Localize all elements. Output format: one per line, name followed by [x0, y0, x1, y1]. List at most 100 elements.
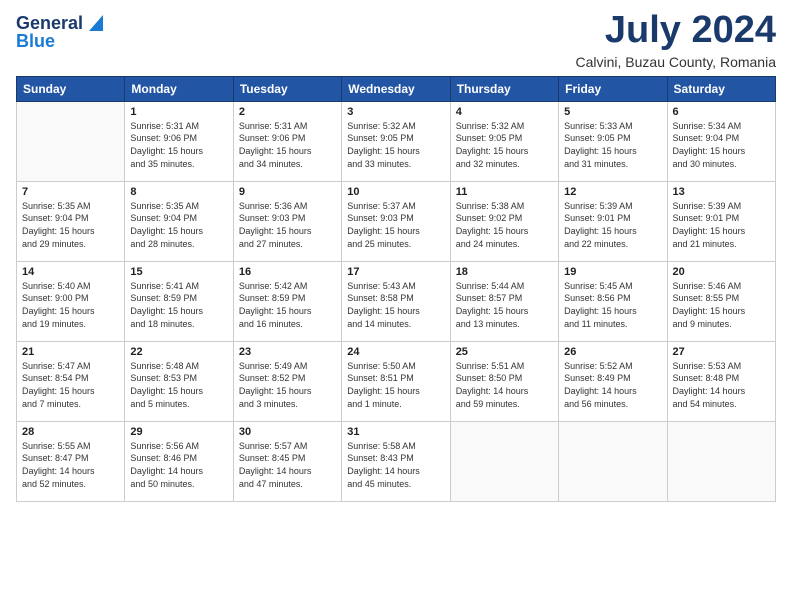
day-number: 24 — [347, 346, 444, 358]
day-info: Sunrise: 5:32 AM Sunset: 9:05 PM Dayligh… — [347, 120, 444, 170]
day-number: 16 — [239, 266, 336, 278]
calendar-table: Sunday Monday Tuesday Wednesday Thursday… — [16, 76, 776, 502]
col-monday: Monday — [125, 76, 233, 101]
day-info: Sunrise: 5:57 AM Sunset: 8:45 PM Dayligh… — [239, 440, 336, 490]
day-info: Sunrise: 5:35 AM Sunset: 9:04 PM Dayligh… — [130, 200, 227, 250]
day-info: Sunrise: 5:39 AM Sunset: 9:01 PM Dayligh… — [564, 200, 661, 250]
day-number: 31 — [347, 426, 444, 438]
day-number: 26 — [564, 346, 661, 358]
calendar-cell-w4-d1: 22 Sunrise: 5:48 AM Sunset: 8:53 PM Dayli… — [125, 341, 233, 421]
calendar-cell-w5-d0: 28 Sunrise: 5:55 AM Sunset: 8:47 PM Dayli… — [17, 421, 125, 501]
col-tuesday: Tuesday — [233, 76, 341, 101]
calendar-cell-w4-d6: 27Sunrise: 5:53 AM Sunset: 8:48 PM Dayli… — [667, 341, 775, 421]
calendar-cell-w2-d3: 10 Sunrise: 5:37 AM Sunset: 9:03 PM Dayli… — [342, 181, 450, 261]
day-number: 8 — [130, 186, 227, 198]
calendar-cell-w5-d6 — [667, 421, 775, 501]
calendar-subtitle: Calvini, Buzau County, Romania — [575, 54, 776, 70]
day-number: 28 — [22, 426, 119, 438]
col-saturday: Saturday — [667, 76, 775, 101]
day-number: 3 — [347, 106, 444, 118]
calendar-cell-w4-d2: 23 Sunrise: 5:49 AM Sunset: 8:52 PM Dayli… — [233, 341, 341, 421]
calendar-cell-w3-d2: 16 Sunrise: 5:42 AM Sunset: 8:59 PM Dayli… — [233, 261, 341, 341]
week-row-1: 1 Sunrise: 5:31 AM Sunset: 9:06 PM Daylig… — [17, 101, 776, 181]
calendar-cell-w5-d4 — [450, 421, 558, 501]
day-info: Sunrise: 5:46 AM Sunset: 8:55 PM Dayligh… — [673, 280, 770, 330]
day-number: 29 — [130, 426, 227, 438]
day-info: Sunrise: 5:50 AM Sunset: 8:51 PM Dayligh… — [347, 360, 444, 410]
day-info: Sunrise: 5:32 AM Sunset: 9:05 PM Dayligh… — [456, 120, 553, 170]
calendar-cell-w1-d1: 1 Sunrise: 5:31 AM Sunset: 9:06 PM Daylig… — [125, 101, 233, 181]
day-number: 18 — [456, 266, 553, 278]
day-info: Sunrise: 5:53 AM Sunset: 8:48 PM Dayligh… — [673, 360, 770, 410]
calendar-cell-w4-d4: 25Sunrise: 5:51 AM Sunset: 8:50 PM Dayli… — [450, 341, 558, 421]
day-info: Sunrise: 5:41 AM Sunset: 8:59 PM Dayligh… — [130, 280, 227, 330]
calendar-cell-w4-d0: 21Sunrise: 5:47 AM Sunset: 8:54 PM Dayli… — [17, 341, 125, 421]
calendar-title: July 2024 — [575, 10, 776, 52]
day-info: Sunrise: 5:40 AM Sunset: 9:00 PM Dayligh… — [22, 280, 119, 330]
calendar-cell-w3-d0: 14 Sunrise: 5:40 AM Sunset: 9:00 PM Dayli… — [17, 261, 125, 341]
calendar-cell-w2-d2: 9Sunrise: 5:36 AM Sunset: 9:03 PM Daylig… — [233, 181, 341, 261]
calendar-cell-w1-d5: 5 Sunrise: 5:33 AM Sunset: 9:05 PM Daylig… — [559, 101, 667, 181]
day-number: 23 — [239, 346, 336, 358]
day-number: 10 — [347, 186, 444, 198]
calendar-cell-w2-d0: 7 Sunrise: 5:35 AM Sunset: 9:04 PM Daylig… — [17, 181, 125, 261]
day-number: 13 — [673, 186, 770, 198]
day-number: 5 — [564, 106, 661, 118]
calendar-cell-w5-d5 — [559, 421, 667, 501]
calendar-cell-w5-d1: 29Sunrise: 5:56 AM Sunset: 8:46 PM Dayli… — [125, 421, 233, 501]
day-info: Sunrise: 5:34 AM Sunset: 9:04 PM Dayligh… — [673, 120, 770, 170]
day-number: 12 — [564, 186, 661, 198]
logo-general: General — [16, 14, 83, 32]
day-info: Sunrise: 5:55 AM Sunset: 8:47 PM Dayligh… — [22, 440, 119, 490]
day-info: Sunrise: 5:42 AM Sunset: 8:59 PM Dayligh… — [239, 280, 336, 330]
col-wednesday: Wednesday — [342, 76, 450, 101]
logo: General Blue — [16, 14, 103, 50]
day-info: Sunrise: 5:31 AM Sunset: 9:06 PM Dayligh… — [239, 120, 336, 170]
calendar-cell-w2-d5: 12 Sunrise: 5:39 AM Sunset: 9:01 PM Dayli… — [559, 181, 667, 261]
day-info: Sunrise: 5:44 AM Sunset: 8:57 PM Dayligh… — [456, 280, 553, 330]
day-number: 19 — [564, 266, 661, 278]
page: General Blue July 2024 Calvini, Buzau Co… — [0, 0, 792, 612]
day-number: 1 — [130, 106, 227, 118]
calendar-cell-w5-d3: 31Sunrise: 5:58 AM Sunset: 8:43 PM Dayli… — [342, 421, 450, 501]
day-number: 17 — [347, 266, 444, 278]
day-info: Sunrise: 5:45 AM Sunset: 8:56 PM Dayligh… — [564, 280, 661, 330]
calendar-cell-w1-d4: 4Sunrise: 5:32 AM Sunset: 9:05 PM Daylig… — [450, 101, 558, 181]
day-number: 30 — [239, 426, 336, 438]
day-number: 7 — [22, 186, 119, 198]
day-info: Sunrise: 5:33 AM Sunset: 9:05 PM Dayligh… — [564, 120, 661, 170]
calendar-cell-w3-d5: 19 Sunrise: 5:45 AM Sunset: 8:56 PM Dayli… — [559, 261, 667, 341]
header: General Blue July 2024 Calvini, Buzau Co… — [16, 10, 776, 70]
col-thursday: Thursday — [450, 76, 558, 101]
day-number: 21 — [22, 346, 119, 358]
week-row-3: 14 Sunrise: 5:40 AM Sunset: 9:00 PM Dayli… — [17, 261, 776, 341]
day-info: Sunrise: 5:35 AM Sunset: 9:04 PM Dayligh… — [22, 200, 119, 250]
day-info: Sunrise: 5:37 AM Sunset: 9:03 PM Dayligh… — [347, 200, 444, 250]
day-info: Sunrise: 5:39 AM Sunset: 9:01 PM Dayligh… — [673, 200, 770, 250]
day-number: 14 — [22, 266, 119, 278]
calendar-cell-w2-d1: 8 Sunrise: 5:35 AM Sunset: 9:04 PM Daylig… — [125, 181, 233, 261]
week-row-2: 7 Sunrise: 5:35 AM Sunset: 9:04 PM Daylig… — [17, 181, 776, 261]
day-number: 11 — [456, 186, 553, 198]
title-block: July 2024 Calvini, Buzau County, Romania — [575, 10, 776, 70]
day-info: Sunrise: 5:49 AM Sunset: 8:52 PM Dayligh… — [239, 360, 336, 410]
calendar-cell-w1-d3: 3 Sunrise: 5:32 AM Sunset: 9:05 PM Daylig… — [342, 101, 450, 181]
day-info: Sunrise: 5:52 AM Sunset: 8:49 PM Dayligh… — [564, 360, 661, 410]
calendar-cell-w4-d5: 26 Sunrise: 5:52 AM Sunset: 8:49 PM Dayli… — [559, 341, 667, 421]
day-info: Sunrise: 5:48 AM Sunset: 8:53 PM Dayligh… — [130, 360, 227, 410]
calendar-cell-w1-d6: 6Sunrise: 5:34 AM Sunset: 9:04 PM Daylig… — [667, 101, 775, 181]
calendar-cell-w3-d1: 15 Sunrise: 5:41 AM Sunset: 8:59 PM Dayli… — [125, 261, 233, 341]
logo-triangle-icon — [85, 13, 103, 31]
day-number: 15 — [130, 266, 227, 278]
day-info: Sunrise: 5:38 AM Sunset: 9:02 PM Dayligh… — [456, 200, 553, 250]
col-sunday: Sunday — [17, 76, 125, 101]
calendar-cell-w4-d3: 24 Sunrise: 5:50 AM Sunset: 8:51 PM Dayli… — [342, 341, 450, 421]
day-info: Sunrise: 5:43 AM Sunset: 8:58 PM Dayligh… — [347, 280, 444, 330]
logo-blue: Blue — [16, 32, 55, 50]
day-number: 22 — [130, 346, 227, 358]
col-friday: Friday — [559, 76, 667, 101]
day-info: Sunrise: 5:31 AM Sunset: 9:06 PM Dayligh… — [130, 120, 227, 170]
calendar-cell-w5-d2: 30 Sunrise: 5:57 AM Sunset: 8:45 PM Dayli… — [233, 421, 341, 501]
calendar-header-row: Sunday Monday Tuesday Wednesday Thursday… — [17, 76, 776, 101]
day-info: Sunrise: 5:51 AM Sunset: 8:50 PM Dayligh… — [456, 360, 553, 410]
